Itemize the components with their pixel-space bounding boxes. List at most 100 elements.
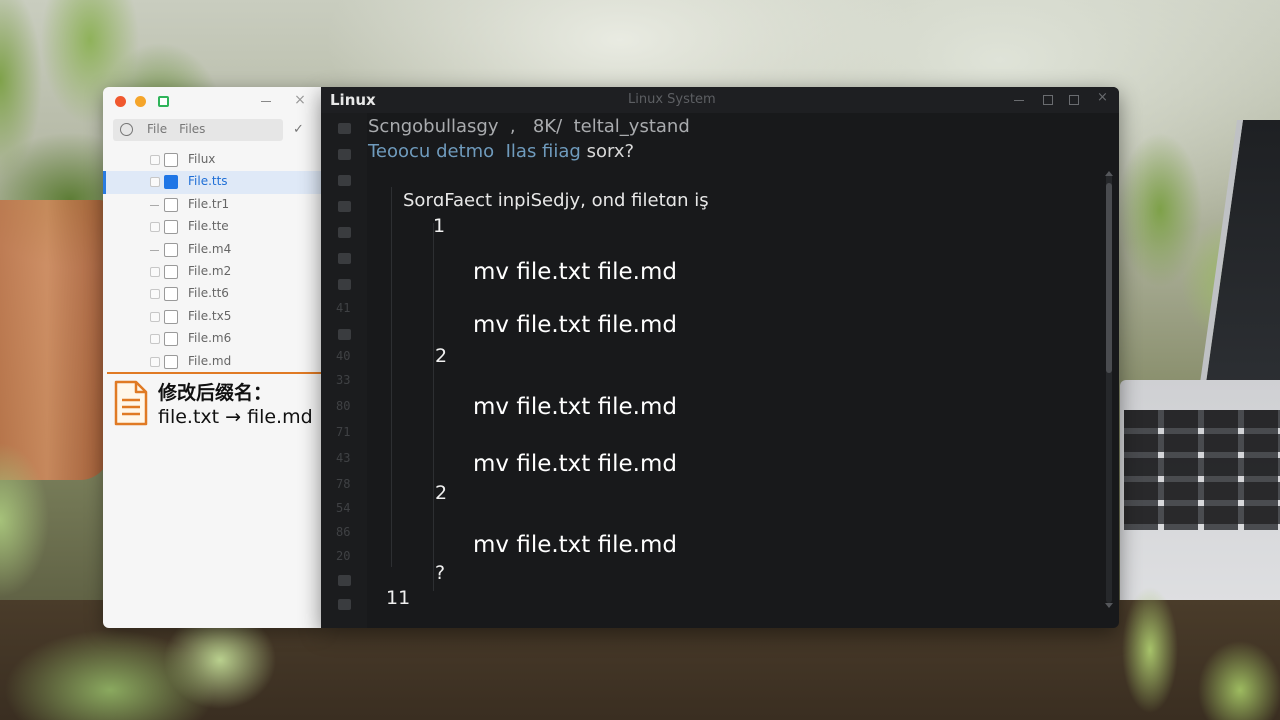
close-icon[interactable]: × bbox=[293, 93, 307, 107]
block-index: ? bbox=[435, 562, 446, 584]
laptop-keyboard bbox=[1124, 410, 1280, 530]
file-checkbox[interactable] bbox=[164, 309, 178, 324]
file-list-item[interactable]: File.m6 bbox=[103, 328, 321, 350]
indent-guide bbox=[391, 187, 392, 567]
small-checkbox-icon bbox=[150, 356, 160, 367]
search-icon bbox=[120, 123, 133, 136]
small-checkbox-icon bbox=[150, 334, 160, 345]
close-window-button[interactable] bbox=[115, 96, 126, 107]
small-checkbox-icon bbox=[150, 311, 160, 322]
terminal-command[interactable]: mv file.txt file.md bbox=[473, 451, 677, 477]
file-list-item[interactable]: File.m4 bbox=[103, 239, 321, 261]
gutter-number: 43 bbox=[336, 451, 351, 465]
search-placeholder: File Files bbox=[147, 122, 206, 136]
small-checkbox-icon bbox=[150, 222, 160, 233]
file-checkbox[interactable] bbox=[164, 153, 178, 167]
file-list-item[interactable]: File.tr1 bbox=[103, 194, 321, 216]
file-checkbox[interactable] bbox=[164, 287, 178, 302]
file-list: Filux File.tts File.tr1 File.tte File.m4… bbox=[103, 149, 321, 373]
file-checkbox[interactable] bbox=[164, 220, 178, 235]
gutter-icon bbox=[338, 175, 351, 186]
file-name: File.m2 bbox=[188, 263, 232, 278]
block-index: 2 bbox=[435, 345, 448, 367]
file-name: File.tx5 bbox=[188, 308, 232, 323]
scrollbar-thumb[interactable] bbox=[1106, 183, 1112, 373]
gutter-number: 40 bbox=[336, 349, 351, 363]
terminal-command[interactable]: mv file.txt file.md bbox=[473, 532, 677, 558]
file-list-item[interactable]: File.tte bbox=[103, 216, 321, 238]
close-icon[interactable]: × bbox=[1097, 91, 1109, 104]
file-name: File.tt6 bbox=[188, 286, 229, 301]
maximize-icon[interactable] bbox=[1043, 95, 1053, 105]
tree-dash-icon bbox=[150, 204, 159, 206]
file-list-item[interactable]: File.md bbox=[103, 351, 321, 373]
terminal-header-part: Teoocu detmo Ilas fiiag bbox=[368, 141, 581, 162]
minimize-window-button[interactable] bbox=[135, 96, 146, 107]
gutter-icon bbox=[338, 575, 351, 586]
gutter-icon bbox=[338, 123, 351, 134]
file-checkbox[interactable] bbox=[164, 332, 178, 347]
file-list-item[interactable]: File.tx5 bbox=[103, 306, 321, 328]
file-name: File.tts bbox=[188, 174, 228, 189]
file-name: File.md bbox=[188, 353, 232, 368]
terminal-header-line: Scngobullasgy , 8K/ teltal_ystand bbox=[368, 116, 690, 137]
gutter-icon bbox=[338, 253, 351, 264]
file-name: File.tte bbox=[188, 219, 229, 234]
gutter-icon bbox=[338, 149, 351, 160]
terminal-window: Linux Linux System × 41 40 33 80 71 43 7… bbox=[321, 87, 1119, 628]
file-name: File.m6 bbox=[188, 331, 232, 346]
scroll-up-icon[interactable] bbox=[1105, 171, 1113, 176]
terminal-command[interactable]: mv file.txt file.md bbox=[473, 259, 677, 285]
document-icon bbox=[114, 380, 148, 426]
minimize-icon[interactable] bbox=[261, 101, 271, 102]
file-window-titlebar: × bbox=[103, 87, 321, 115]
small-checkbox-icon bbox=[150, 177, 160, 188]
file-checkbox[interactable] bbox=[164, 197, 178, 212]
file-name: File.tr1 bbox=[188, 196, 230, 211]
gutter-icon bbox=[338, 201, 351, 212]
terminal-title: Linux System bbox=[628, 92, 716, 107]
gutter-number: 86 bbox=[336, 525, 351, 539]
file-checkbox[interactable] bbox=[164, 175, 178, 190]
terminal-command[interactable]: mv file.txt file.md bbox=[473, 312, 677, 338]
terminal-titlebar: Linux Linux System × bbox=[321, 87, 1119, 113]
file-list-item[interactable]: File.m2 bbox=[103, 261, 321, 283]
gutter-icon bbox=[338, 599, 351, 610]
file-browser-window: × File Files ✓ Filux File.tts File.tr1 F… bbox=[103, 87, 321, 628]
terminal-app-name: Linux bbox=[330, 91, 376, 109]
gutter-number: 71 bbox=[336, 425, 351, 439]
gutter-number: 54 bbox=[336, 501, 351, 515]
file-checkbox[interactable] bbox=[164, 242, 178, 257]
file-list-item[interactable]: Filux bbox=[103, 149, 321, 171]
gutter-icon bbox=[338, 227, 351, 238]
minimize-icon[interactable] bbox=[1014, 95, 1024, 105]
file-checkbox[interactable] bbox=[164, 354, 178, 369]
small-checkbox-icon bbox=[150, 289, 160, 300]
terminal-command[interactable]: mv file.txt file.md bbox=[473, 394, 677, 420]
file-list-item[interactable]: File.tt6 bbox=[103, 283, 321, 305]
file-checkbox[interactable] bbox=[164, 264, 178, 279]
file-name: File.m4 bbox=[188, 241, 232, 256]
file-name: Filux bbox=[188, 152, 216, 166]
small-checkbox-icon bbox=[150, 266, 160, 277]
gutter-number: 80 bbox=[336, 399, 351, 413]
restore-icon[interactable] bbox=[1069, 95, 1079, 105]
check-icon[interactable]: ✓ bbox=[293, 122, 304, 137]
gutter-icon bbox=[338, 329, 351, 340]
terminal-prompt: SorɑFaect inpiSedjy, ond filetɑn iş bbox=[403, 190, 709, 211]
gutter-number: 78 bbox=[336, 477, 351, 491]
block-index: 2 bbox=[435, 482, 448, 504]
annotation-text: file.txt → file.md bbox=[158, 406, 313, 428]
file-list-item-selected[interactable]: File.tts bbox=[103, 171, 321, 195]
tree-dash-icon bbox=[150, 249, 159, 251]
scroll-down-icon[interactable] bbox=[1105, 603, 1113, 608]
terminal-header-part: sorx? bbox=[580, 141, 635, 162]
terminal-gutter: 41 40 33 80 71 43 78 54 86 20 bbox=[321, 113, 367, 628]
small-checkbox-icon bbox=[150, 155, 160, 165]
gutter-number: 41 bbox=[336, 301, 351, 315]
terminal-header-line: Teoocu detmo Ilas fiiag sorx? bbox=[368, 141, 634, 162]
maximize-window-button[interactable] bbox=[158, 96, 169, 107]
file-search-input[interactable]: File Files bbox=[113, 119, 283, 141]
annotation-title: 修改后缀名： bbox=[158, 382, 273, 404]
gutter-number: 20 bbox=[336, 549, 351, 563]
